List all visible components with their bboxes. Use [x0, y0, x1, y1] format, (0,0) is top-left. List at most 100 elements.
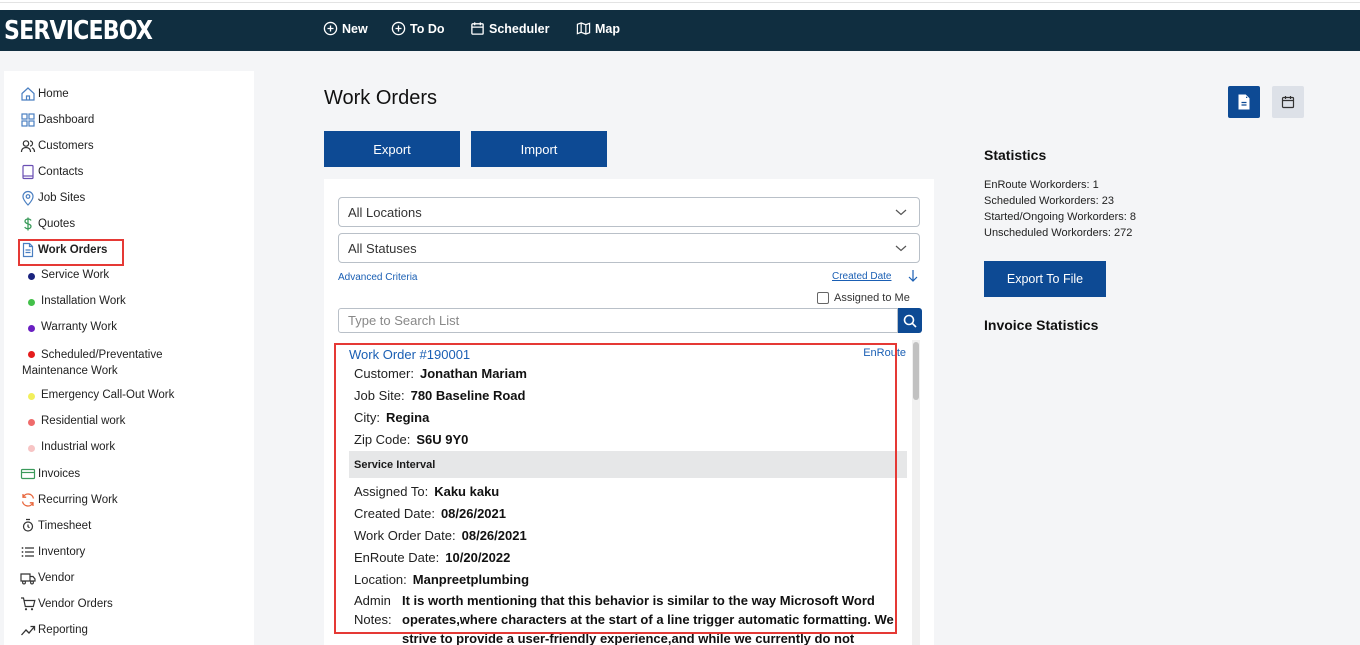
field-label: City:: [354, 410, 380, 425]
export-to-file-button[interactable]: Export To File: [984, 261, 1106, 297]
truck-icon: [20, 573, 36, 585]
zip-row: Zip Code: S6U 9Y0: [354, 432, 468, 447]
enroute-date-value: 10/20/2022: [445, 550, 511, 565]
sidebar-item-inventory[interactable]: Inventory: [20, 541, 85, 563]
sidebar-item-contacts[interactable]: Contacts: [20, 161, 83, 183]
color-dot-icon: [28, 325, 35, 332]
credit-card-icon: [20, 468, 36, 480]
zip-value: S6U 9Y0: [416, 432, 469, 447]
browser-strip: [0, 0, 1360, 10]
app-logo[interactable]: SERVICEBOX: [4, 16, 153, 46]
sidebar-subitem-service-work[interactable]: Service Work: [28, 269, 109, 281]
home-icon: [21, 87, 35, 101]
sidebar-item-reporting[interactable]: Reporting: [20, 619, 88, 641]
nav-new[interactable]: New: [323, 21, 368, 36]
sidebar-item-label: Reporting: [38, 624, 88, 636]
work-order-title-link[interactable]: Work Order #190001: [349, 347, 470, 362]
statuses-select[interactable]: All Statuses: [338, 233, 920, 263]
field-label: Job Site:: [354, 388, 405, 403]
sidebar-subitem-label-wrap: Scheduled/Preventative Maintenance Work: [22, 347, 212, 379]
sort-down-arrow-icon[interactable]: [907, 269, 919, 283]
nav-scheduler[interactable]: Scheduler: [470, 21, 549, 36]
sidebar-item-quotes[interactable]: Quotes: [20, 213, 75, 235]
search-button[interactable]: [898, 308, 922, 333]
advanced-criteria-link[interactable]: Advanced Criteria: [338, 272, 417, 283]
sidebar-item-dashboard[interactable]: Dashboard: [20, 109, 94, 131]
sort-created-date-link[interactable]: Created Date: [832, 271, 891, 282]
sidebar-item-vendor-orders[interactable]: Vendor Orders: [20, 593, 113, 615]
assigned-to-me-checkbox[interactable]: [817, 292, 829, 304]
sidebar-item-label: Quotes: [38, 218, 76, 230]
job-site-value: 780 Baseline Road: [410, 388, 526, 403]
assigned-to-me-filter[interactable]: Assigned to Me: [817, 292, 910, 304]
city-row: City: Regina: [354, 410, 429, 425]
sidebar-subitem-emergency-work[interactable]: Emergency Call-Out Work: [28, 389, 174, 401]
statistics-heading: Statistics: [984, 147, 1047, 163]
nav-todo[interactable]: To Do: [391, 21, 444, 36]
created-row: Created Date: 08/26/2021: [354, 506, 506, 521]
nav-map[interactable]: Map: [576, 21, 620, 36]
sidebar-item-invoices[interactable]: Invoices: [20, 463, 80, 485]
stat-unscheduled: Unscheduled Workorders: 272: [984, 227, 1133, 239]
stat-started: Started/Ongoing Workorders: 8: [984, 211, 1137, 223]
search-input[interactable]: Type to Search List: [338, 308, 898, 333]
map-icon: [576, 22, 591, 35]
color-dot-icon: [28, 445, 35, 452]
work-order-card[interactable]: Work Order #190001 EnRoute Customer: Jona…: [336, 345, 908, 645]
color-dot-icon: [28, 351, 35, 359]
trend-icon: [21, 625, 36, 636]
field-label: Customer:: [354, 366, 414, 381]
job-site-row: Job Site: 780 Baseline Road: [354, 388, 525, 403]
sidebar-subitem-label: Residential work: [41, 415, 126, 427]
color-dot-icon: [28, 273, 35, 280]
stat-scheduled: Scheduled Workorders: 23: [984, 195, 1115, 207]
service-interval-header: Service Interval: [349, 451, 907, 478]
sidebar-subitem-maintenance-work[interactable]: Scheduled/Preventative Maintenance Work: [22, 347, 212, 379]
plus-circle-icon: [323, 21, 338, 36]
sidebar-subitem-warranty-work[interactable]: Warranty Work: [28, 321, 117, 333]
invoice-statistics-heading: Invoice Statistics: [984, 317, 1099, 333]
list-icon: [21, 547, 34, 557]
location-value: Manpreetplumbing: [412, 572, 530, 587]
scroll-thumb[interactable]: [913, 342, 919, 400]
dashboard-icon: [21, 113, 35, 127]
sidebar-item-label: Invoices: [38, 468, 81, 480]
assigned-to-me-label: Assigned to Me: [834, 292, 910, 304]
cart-icon: [21, 597, 36, 611]
location-row: Location: Manpreetplumbing: [354, 572, 529, 587]
sidebar-item-vendor[interactable]: Vendor: [20, 567, 74, 589]
calendar-icon: [471, 22, 484, 35]
work-orders-highlight: [18, 239, 124, 266]
calendar-view-button[interactable]: [1272, 86, 1304, 118]
book-icon: [22, 164, 34, 180]
sidebar-item-label: Contacts: [38, 166, 84, 178]
sidebar-item-recurring-work[interactable]: Recurring Work: [20, 489, 118, 511]
customer-value: Jonathan Mariam: [419, 366, 527, 381]
sidebar-item-label: Recurring Work: [38, 494, 118, 506]
sidebar-subitem-residential-work[interactable]: Residential work: [28, 415, 125, 427]
sidebar-item-job-sites[interactable]: Job Sites: [20, 187, 85, 209]
stat-enroute: EnRoute Workorders: 1: [984, 179, 1099, 191]
sidebar-item-home[interactable]: Home: [20, 83, 69, 105]
export-button[interactable]: Export: [324, 131, 460, 167]
list-scrollbar[interactable]: [912, 340, 920, 645]
color-dot-icon: [28, 299, 35, 306]
sidebar-subitem-label: Industrial work: [41, 441, 116, 453]
locations-select[interactable]: All Locations: [338, 197, 920, 227]
document-icon: [1238, 94, 1250, 110]
import-button[interactable]: Import: [471, 131, 607, 167]
sidebar-item-customers[interactable]: Customers: [20, 135, 94, 157]
sidebar-subitem-installation-work[interactable]: Installation Work: [28, 295, 126, 307]
enroute-date-row: EnRoute Date: 10/20/2022: [354, 550, 510, 565]
sidebar-item-timesheet[interactable]: Timesheet: [20, 515, 91, 537]
nav-scheduler-label: Scheduler: [489, 21, 550, 36]
status-badge: EnRoute: [863, 347, 906, 359]
sidebar-subitem-label: Emergency Call-Out Work: [41, 389, 175, 401]
field-label: Zip Code:: [354, 432, 411, 447]
list-view-button[interactable]: [1228, 86, 1260, 118]
sidebar-item-label: Job Sites: [38, 192, 86, 204]
sidebar-subitem-label: Installation Work: [41, 295, 126, 307]
wo-date-value: 08/26/2021: [461, 528, 527, 543]
plus-circle-icon: [391, 21, 406, 36]
sidebar-subitem-industrial-work[interactable]: Industrial work: [28, 441, 115, 453]
